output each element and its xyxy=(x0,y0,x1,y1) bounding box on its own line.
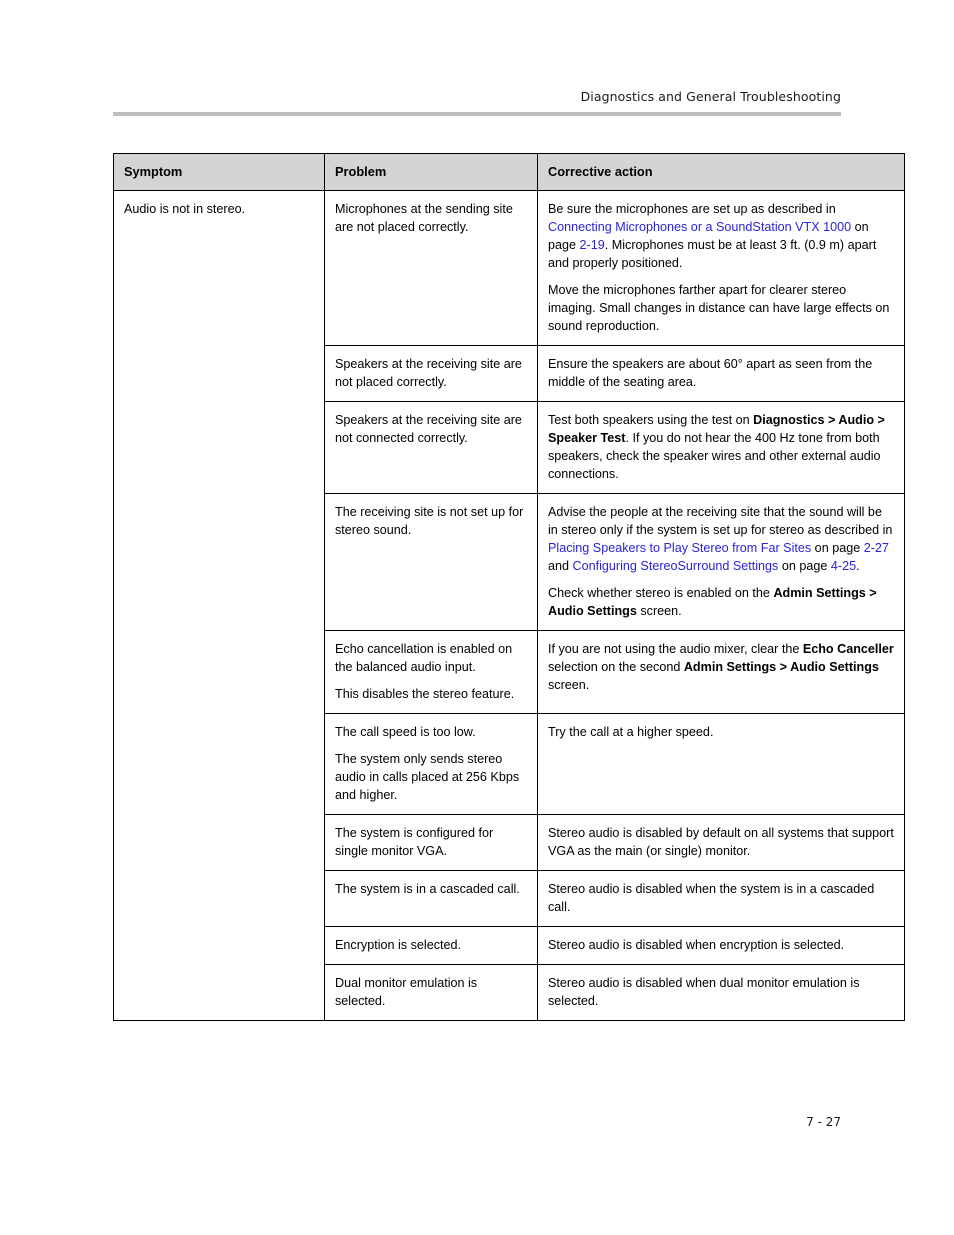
cross-reference-link[interactable]: 4-25 xyxy=(831,559,856,573)
corrective-action-paragraph: Check whether stereo is enabled on the A… xyxy=(548,584,894,620)
running-header-title: Diagnostics and General Troubleshooting xyxy=(580,89,841,104)
problem-paragraph: Encryption is selected. xyxy=(335,938,461,953)
body-text: If you are not using the audio mixer, cl… xyxy=(548,642,803,657)
table-header: Symptom Problem Corrective action xyxy=(113,152,905,192)
body-text: screen. xyxy=(636,604,682,619)
body-text: Move the microphones farther apart for c… xyxy=(548,283,890,334)
page-footer: 7 - 27 xyxy=(113,1115,841,1129)
problem-paragraph: This disables the stereo feature. xyxy=(335,687,515,702)
cell-corrective-action: Advise the people at the receiving site … xyxy=(537,493,905,632)
cross-reference-link[interactable]: Placing Speakers to Play Stereo from Far… xyxy=(548,541,811,555)
cell-problem: Echo cancellation is enabled on the bala… xyxy=(324,630,538,715)
running-header: Diagnostics and General Troubleshooting xyxy=(113,88,841,106)
column-header-symptom: Symptom xyxy=(113,152,325,192)
cell-problem: Dual monitor emulation is selected. xyxy=(324,964,538,1022)
corrective-action-paragraph: Stereo audio is disabled when the system… xyxy=(548,880,894,916)
body-text: Be sure the microphones are set up as de… xyxy=(548,202,836,217)
cell-corrective-action: Stereo audio is disabled when the system… xyxy=(537,870,905,928)
cell-problem: The system is configured for single moni… xyxy=(324,814,538,872)
cross-reference-link[interactable]: 2-27 xyxy=(864,541,889,555)
corrective-action-paragraph: Move the microphones farther apart for c… xyxy=(548,281,894,335)
body-text: Stereo audio is disabled when dual monit… xyxy=(548,976,860,1009)
page-number: 7 - 27 xyxy=(806,1115,841,1129)
problem-paragraph: The receiving site is not set up for ste… xyxy=(335,505,524,538)
cell-symptom: Audio is not in stereo. xyxy=(113,190,325,1022)
body-text: Stereo audio is disabled when the system… xyxy=(548,882,875,915)
problem-paragraph: The call speed is too low. xyxy=(335,725,476,740)
problem-paragraph: The system is in a cascaded call. xyxy=(335,882,520,897)
ui-path-emphasis: Admin Settings > Audio Settings xyxy=(683,660,879,675)
corrective-action-paragraph: Be sure the microphones are set up as de… xyxy=(548,200,894,272)
symptom-text: Audio is not in stereo. xyxy=(124,202,246,217)
column-header-corrective-action: Corrective action xyxy=(537,152,905,192)
header-rule xyxy=(113,112,841,116)
cell-corrective-action: Try the call at a higher speed. xyxy=(537,713,905,816)
body-text: selection on the second xyxy=(548,660,684,675)
problem-paragraph: Speakers at the receiving site are not c… xyxy=(335,413,522,446)
cell-problem: Speakers at the receiving site are not c… xyxy=(324,401,538,495)
table-header-row: Symptom Problem Corrective action xyxy=(113,152,905,192)
problem-paragraph: The system only sends stereo audio in ca… xyxy=(335,752,520,803)
corrective-action-paragraph: Test both speakers using the test on Dia… xyxy=(548,411,894,483)
corrective-action-paragraph: Stereo audio is disabled by default on a… xyxy=(548,824,894,860)
body-text: Stereo audio is disabled by default on a… xyxy=(548,826,894,859)
cell-problem: The receiving site is not set up for ste… xyxy=(324,493,538,632)
corrective-action-paragraph: Stereo audio is disabled when encryption… xyxy=(548,936,894,954)
corrective-action-paragraph: Ensure the speakers are about 60° apart … xyxy=(548,355,894,391)
cross-reference-link[interactable]: Configuring StereoSurround Settings xyxy=(573,559,779,573)
cell-corrective-action: Stereo audio is disabled when encryption… xyxy=(537,926,905,966)
cell-problem: Microphones at the sending site are not … xyxy=(324,190,538,347)
cell-corrective-action: Stereo audio is disabled when dual monit… xyxy=(537,964,905,1022)
corrective-action-paragraph: If you are not using the audio mixer, cl… xyxy=(548,640,894,694)
problem-paragraph: The system is configured for single moni… xyxy=(335,826,494,859)
problem-paragraph: Echo cancellation is enabled on the bala… xyxy=(335,642,513,675)
cell-problem: Encryption is selected. xyxy=(324,926,538,966)
cell-corrective-action: Test both speakers using the test on Dia… xyxy=(537,401,905,495)
problem-paragraph: Dual monitor emulation is selected. xyxy=(335,976,478,1009)
corrective-action-paragraph: Advise the people at the receiving site … xyxy=(548,503,894,575)
body-text: . xyxy=(856,559,860,574)
table-body: Audio is not in stereo. Microphones at th… xyxy=(113,190,905,1022)
body-text: and xyxy=(548,559,573,574)
cell-problem: The system is in a cascaded call. xyxy=(324,870,538,928)
cell-corrective-action: Ensure the speakers are about 60° apart … xyxy=(537,345,905,403)
cell-corrective-action: Be sure the microphones are set up as de… xyxy=(537,190,905,347)
problem-paragraph: Speakers at the receiving site are not p… xyxy=(335,357,522,390)
troubleshooting-table: Symptom Problem Corrective action Audio … xyxy=(113,152,905,1022)
corrective-action-paragraph: Stereo audio is disabled when dual monit… xyxy=(548,974,894,1010)
body-text: Check whether stereo is enabled on the xyxy=(548,586,774,601)
problem-paragraph: Microphones at the sending site are not … xyxy=(335,202,513,235)
table-row: Audio is not in stereo. Microphones at th… xyxy=(113,190,905,1022)
cross-reference-link[interactable]: Connecting Microphones or a SoundStation… xyxy=(548,220,851,234)
body-text: Advise the people at the receiving site … xyxy=(548,505,893,538)
corrective-action-paragraph: Try the call at a higher speed. xyxy=(548,723,894,741)
body-text: Ensure the speakers are about 60° apart … xyxy=(548,357,873,390)
ui-path-emphasis: Echo Canceller xyxy=(802,642,894,657)
body-text: Stereo audio is disabled when encryption… xyxy=(548,938,845,953)
body-text: Test both speakers using the test on xyxy=(548,413,754,428)
body-text: Try the call at a higher speed. xyxy=(548,725,714,740)
cell-problem: Speakers at the receiving site are not p… xyxy=(324,345,538,403)
cell-corrective-action: If you are not using the audio mixer, cl… xyxy=(537,630,905,715)
body-text: screen. xyxy=(548,678,590,693)
cross-reference-link[interactable]: 2-19 xyxy=(580,238,605,252)
column-header-problem: Problem xyxy=(324,152,538,192)
cell-problem: The call speed is too low. The system onl… xyxy=(324,713,538,816)
cell-corrective-action: Stereo audio is disabled by default on a… xyxy=(537,814,905,872)
body-text: on page xyxy=(778,559,831,574)
body-text: on page xyxy=(811,541,864,556)
